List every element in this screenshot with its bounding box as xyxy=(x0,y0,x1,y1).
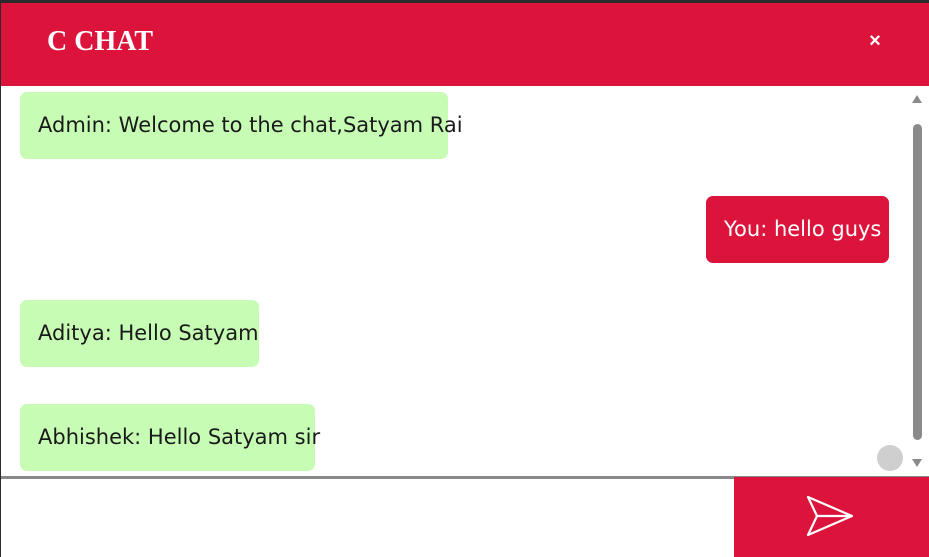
scrollbar-thumb[interactable] xyxy=(913,124,922,440)
message-bubble-aditya: Aditya: Hello Satyam xyxy=(20,300,259,367)
message-bubble-you: You: hello guys xyxy=(706,196,889,263)
chat-title: C CHAT xyxy=(47,26,154,57)
scroll-down-arrow-icon[interactable] xyxy=(912,459,922,467)
chat-header: C CHAT × xyxy=(1,3,929,86)
scroll-up-arrow-icon[interactable] xyxy=(912,95,922,103)
message-scrollbar[interactable] xyxy=(909,86,929,476)
close-button[interactable]: × xyxy=(861,27,889,55)
message-input[interactable] xyxy=(1,479,734,557)
message-list[interactable]: Admin: Welcome to the chat,Satyam Rai Yo… xyxy=(1,86,909,476)
message-composer xyxy=(1,476,929,557)
chat-window: C CHAT × Admin: Welcome to the chat,Saty… xyxy=(0,0,929,557)
close-icon: × xyxy=(869,30,881,52)
message-bubble-abhishek: Abhishek: Hello Satyam sir xyxy=(20,404,320,471)
send-button[interactable] xyxy=(734,477,929,557)
send-icon xyxy=(806,495,854,537)
message-bubble-admin: Admin: Welcome to the chat,Satyam Rai xyxy=(20,92,463,159)
scroll-indicator-dot xyxy=(877,445,903,471)
